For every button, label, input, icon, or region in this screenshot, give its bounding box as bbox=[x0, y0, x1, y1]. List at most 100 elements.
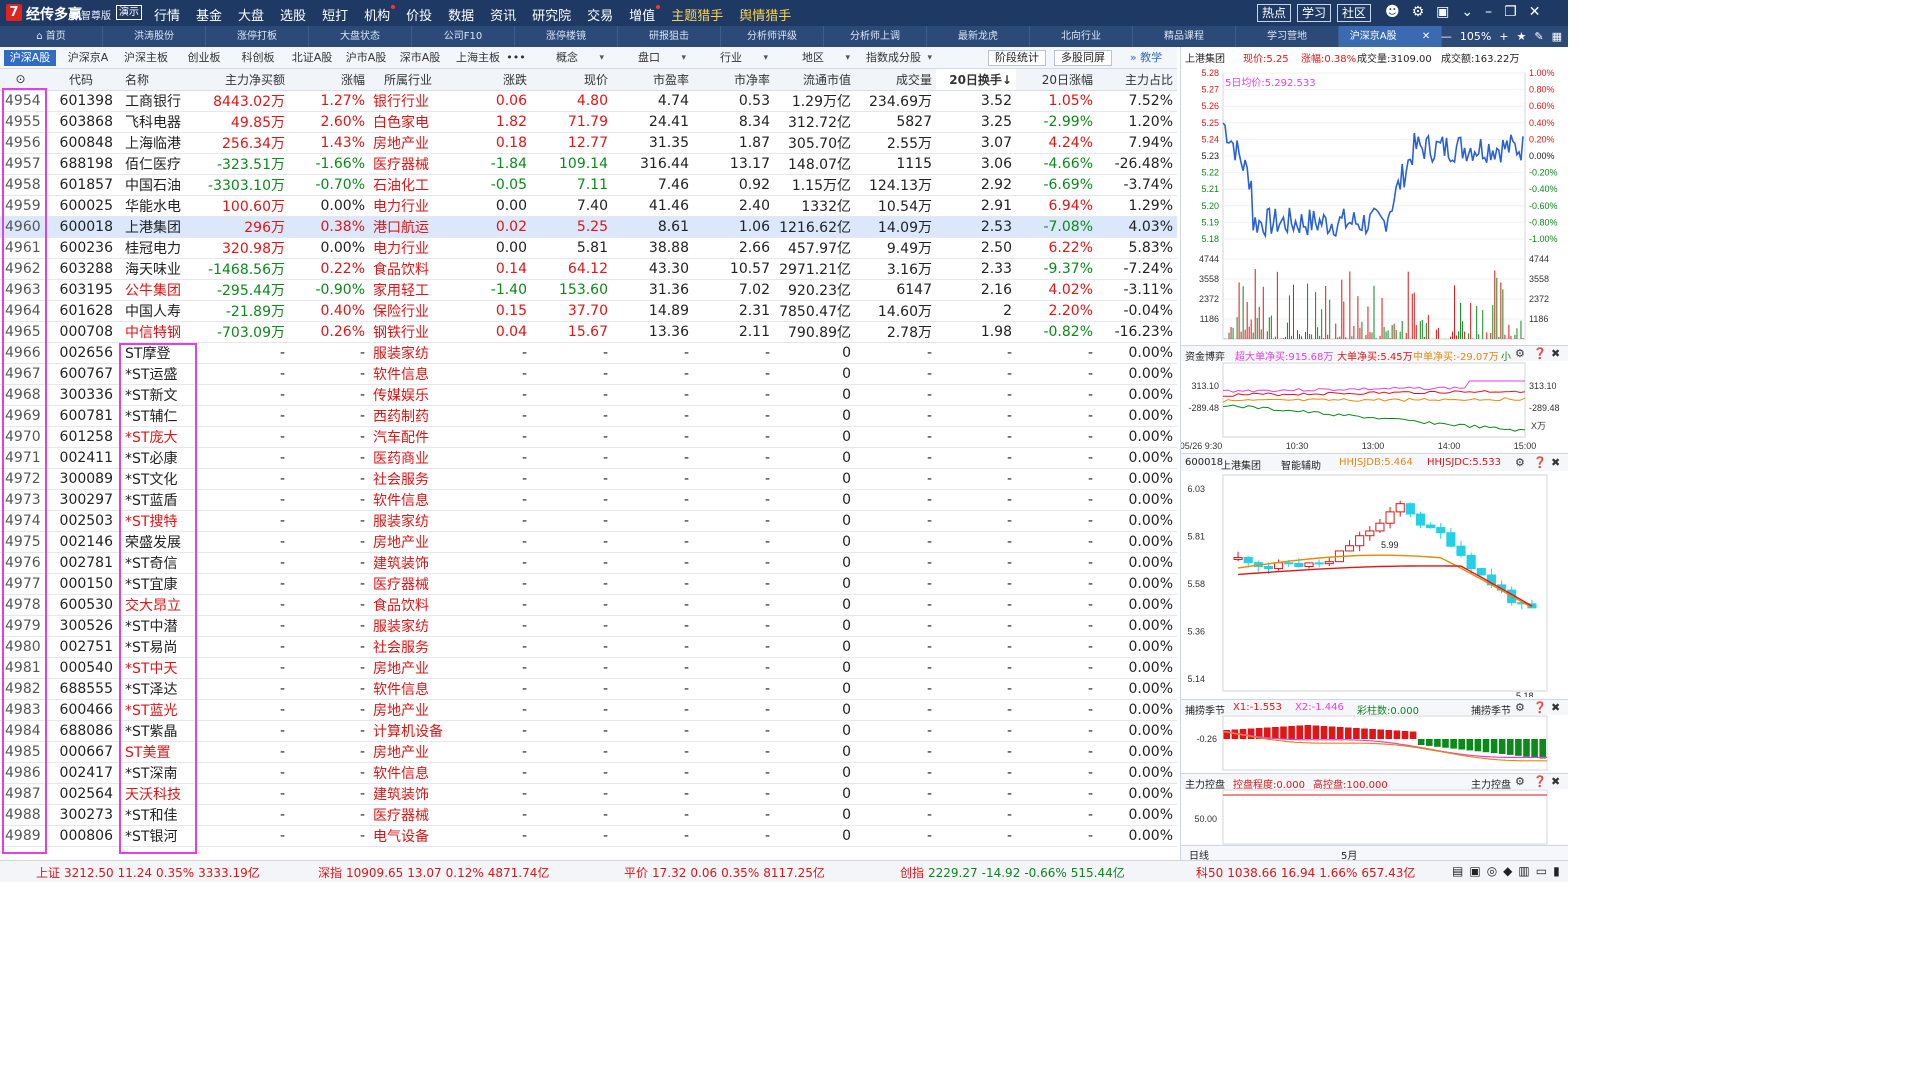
star-icon[interactable]: ★ bbox=[1517, 26, 1527, 47]
col-header-13[interactable]: 20日涨幅 bbox=[1016, 69, 1097, 91]
table-row[interactable]: 4959 600025 华能水电 100.60万 0.00% 电力行业 0.00 7.40 41… bbox=[0, 195, 1177, 217]
table-row[interactable]: 4966 002656 ST摩登 - - 服装家纺 - - - -0- - -0.00% bbox=[0, 342, 1177, 364]
close-icon[interactable]: ✕ bbox=[1529, 4, 1541, 20]
restore-icon[interactable]: ❐ bbox=[1504, 4, 1517, 20]
menu-12[interactable]: 主题猎手 bbox=[671, 5, 723, 24]
table-row[interactable]: 4956 600848 上海临港 256.34万 1.43% 房地产业 0.18 12.77 3… bbox=[0, 132, 1177, 154]
industry[interactable]: 白色家电 bbox=[369, 111, 451, 133]
industry[interactable]: 房地产业 bbox=[369, 132, 451, 154]
industry[interactable]: 石油化工 bbox=[369, 174, 451, 196]
col-header-4[interactable]: 涨幅 bbox=[289, 69, 369, 91]
gear-icon[interactable]: ⚙ bbox=[1515, 347, 1525, 360]
market-tab-1[interactable]: 沪深京A bbox=[62, 50, 114, 66]
table-row[interactable]: 4965 000708 中信特钢 -703.09万 0.26% 钢铁行业 0.04 15.67… bbox=[0, 321, 1177, 343]
col-header-9[interactable]: 市净率 bbox=[693, 69, 774, 91]
table-row[interactable]: 4968 300336 *ST新文 - - 传媒娱乐 - - - -0- - -0.00% bbox=[0, 384, 1177, 406]
menu-2[interactable]: 大盘 bbox=[238, 5, 264, 24]
close-icon[interactable]: ✖ bbox=[1551, 347, 1560, 360]
menu-5[interactable]: 机构 bbox=[364, 5, 396, 24]
nav-tab-8[interactable]: 分析师上调 bbox=[824, 26, 927, 47]
menu-3[interactable]: 选股 bbox=[280, 5, 306, 24]
minimize-icon[interactable]: – bbox=[1485, 4, 1492, 20]
market-tab-0[interactable]: 沪深A股 bbox=[4, 50, 56, 66]
nav-tab-0[interactable]: ⌂ 首页 bbox=[0, 26, 103, 47]
industry[interactable]: 港口航运 bbox=[369, 216, 451, 238]
col-header-1[interactable]: 代码 bbox=[45, 69, 121, 91]
table-row[interactable]: 4962 603288 海天味业 -1468.56万 0.22% 食品饮料 0.14 64.1… bbox=[0, 258, 1177, 280]
industry[interactable]: 房地产业 bbox=[369, 699, 451, 721]
table-row[interactable]: 4971 002411 *ST必康 - - 医药商业 - - - -0- - -0.00% bbox=[0, 447, 1177, 469]
menu-0[interactable]: 行情 bbox=[154, 5, 180, 24]
pen-icon[interactable]: ✎ bbox=[1534, 26, 1543, 47]
gear-icon[interactable]: ⚙ bbox=[1515, 701, 1525, 714]
industry[interactable]: 食品饮料 bbox=[369, 258, 451, 280]
table-row[interactable]: 4983 600466 *ST蓝光 - - 房地产业 - - - -0- - -0.00% bbox=[0, 699, 1177, 721]
market-tab-7[interactable]: 深市A股 bbox=[394, 50, 446, 66]
industry[interactable]: 电力行业 bbox=[369, 195, 451, 217]
industry[interactable]: 建筑装饰 bbox=[369, 552, 451, 574]
industry[interactable]: 银行行业 bbox=[369, 90, 451, 112]
table-row[interactable]: 4961 600236 桂冠电力 320.98万 0.00% 电力行业 0.00 5.81 38… bbox=[0, 237, 1177, 259]
table-row[interactable]: 4957 688198 佰仁医疗 -323.51万 -1.66% 医疗器械 -1.84 109… bbox=[0, 153, 1177, 175]
table-row[interactable]: 4972 300089 *ST文化 - - 社会服务 - - - -0- - -0.00% bbox=[0, 468, 1177, 490]
chevron-down-icon[interactable]: ⌄ bbox=[1461, 4, 1473, 20]
nav-tab-11[interactable]: 精品课程 bbox=[1133, 26, 1236, 47]
control-chart[interactable]: 50.00 bbox=[1181, 789, 1568, 845]
industry[interactable]: 服装家纺 bbox=[369, 510, 451, 532]
user-icon[interactable]: ☻ bbox=[1385, 4, 1400, 20]
market-tab-5[interactable]: 北证A股 bbox=[286, 50, 338, 66]
nav-tab-10[interactable]: 北向行业 bbox=[1030, 26, 1133, 47]
filter-dropdown-4[interactable]: 指数成分股 bbox=[856, 50, 936, 66]
industry[interactable]: 医疗器械 bbox=[369, 573, 451, 595]
industry[interactable]: 医疗器械 bbox=[369, 153, 451, 175]
filter-button-1[interactable]: 多股同屏 bbox=[1054, 50, 1112, 66]
col-header-5[interactable]: 所属行业 bbox=[369, 69, 451, 91]
col-header-10[interactable]: 流通市值 bbox=[774, 69, 855, 91]
close-tab-icon[interactable]: ✕ bbox=[1419, 31, 1430, 42]
table-row[interactable]: 4964 601628 中国人寿 -21.89万 0.40% 保险行业 0.15 37.70 1… bbox=[0, 300, 1177, 322]
monitor-icon[interactable]: ▭ bbox=[1536, 864, 1553, 878]
industry[interactable]: 传媒娱乐 bbox=[369, 384, 451, 406]
table-row[interactable]: 4988 300273 *ST和佳 - - 医疗器械 - - - -0- - -0.00% bbox=[0, 804, 1177, 826]
menu-10[interactable]: 交易 bbox=[587, 5, 613, 24]
industry[interactable]: 西药制药 bbox=[369, 405, 451, 427]
table-row[interactable]: 4958 601857 中国石油 -3303.10万 -0.70% 石油化工 -0.05 7.… bbox=[0, 174, 1177, 196]
gear-icon[interactable]: ⚙ bbox=[1412, 4, 1425, 20]
menu-6[interactable]: 价投 bbox=[406, 5, 432, 24]
table-row[interactable]: 4955 603868 飞科电器 49.85万 2.60% 白色家电 1.82 71.79 24… bbox=[0, 111, 1177, 133]
index-2[interactable]: 平价 17.32 0.06 0.35% 8117.25亿 bbox=[624, 864, 825, 881]
table-row[interactable]: 4980 002751 *ST易尚 - - 社会服务 - - - -0- - -0.00% bbox=[0, 636, 1177, 658]
table-row[interactable]: 4985 000667 ST美置 - - 房地产业 - - - -0- - -0.00% bbox=[0, 741, 1177, 763]
col-header-11[interactable]: 成交量 bbox=[855, 69, 936, 91]
filter-button-0[interactable]: 阶段统计 bbox=[988, 50, 1046, 66]
table-row[interactable]: 4976 002781 *ST奇信 - - 建筑装饰 - - - -0- - -0.00% bbox=[0, 552, 1177, 574]
nav-tab-13[interactable]: 沪深京A股 ✕ bbox=[1339, 26, 1442, 47]
table-row[interactable]: 4986 002417 *ST深南 - - 软件信息 - - - -0- - -0.00% bbox=[0, 762, 1177, 784]
table-row[interactable]: 4954 601398 工商银行 8443.02万 1.27% 银行行业 0.06 4.80 4… bbox=[0, 90, 1177, 112]
industry[interactable]: 社会服务 bbox=[369, 636, 451, 658]
camera-icon[interactable]: ▣ bbox=[1469, 864, 1486, 878]
table-row[interactable]: 4960 600018 上港集团 296万 0.38% 港口航运 0.02 5.25 8.61 1… bbox=[0, 216, 1177, 238]
industry[interactable]: 服装家纺 bbox=[369, 615, 451, 637]
table-row[interactable]: 4979 300526 *ST中潜 - - 服装家纺 - - - -0- - -0.00% bbox=[0, 615, 1177, 637]
col-header-14[interactable]: 主力占比 bbox=[1097, 69, 1177, 91]
table-row[interactable]: 4984 688086 *ST紫晶 - - 计算机设备 - - - -0- - -0.00% bbox=[0, 720, 1177, 742]
industry[interactable]: 软件信息 bbox=[369, 678, 451, 700]
industry[interactable]: 计算机设备 bbox=[369, 720, 451, 742]
market-tab-4[interactable]: 科创板 bbox=[232, 50, 284, 66]
table-row[interactable]: 4963 603195 公牛集团 -295.44万 -0.90% 家用轻工 -1.40 153… bbox=[0, 279, 1177, 301]
col-header-2[interactable]: 名称 bbox=[121, 69, 207, 91]
index-4[interactable]: 科50 1038.66 16.94 1.66% 657.43亿 bbox=[1196, 864, 1415, 881]
menu-9[interactable]: 研究院 bbox=[532, 5, 571, 24]
industry[interactable]: 电气设备 bbox=[369, 825, 451, 847]
settings-circle-icon[interactable]: ⊙ bbox=[15, 72, 25, 86]
nav-tab-4[interactable]: 公司F10 bbox=[412, 26, 515, 47]
close-icon[interactable]: ✖ bbox=[1551, 701, 1560, 714]
kline-assist[interactable]: 智能辅助 bbox=[1281, 457, 1321, 472]
industry[interactable]: 电力行业 bbox=[369, 237, 451, 259]
table-row[interactable]: 4989 000806 *ST银河 - - 电气设备 - - - -0- - -0.00% bbox=[0, 825, 1177, 847]
table-row[interactable]: 4977 000150 *ST宜康 - - 医疗器械 - - - -0- - -0.00% bbox=[0, 573, 1177, 595]
col-header-0[interactable]: ⊙ bbox=[0, 69, 45, 91]
table-row[interactable]: 4978 600530 交大昂立 - - 食品饮料 - - - -0- - -0.00% bbox=[0, 594, 1177, 616]
industry[interactable]: 建筑装饰 bbox=[369, 783, 451, 805]
